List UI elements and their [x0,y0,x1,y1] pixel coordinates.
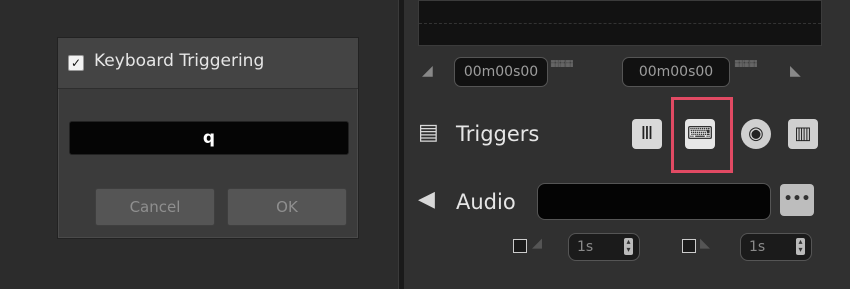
fade-out-stepper-icon[interactable]: ▴ ▾ [796,238,805,255]
fade-in-stepper-icon[interactable]: ▴ ▾ [624,238,633,255]
fade-out-icon: ◣ [700,236,710,251]
fade-in-ramp-icon: ◢ [422,63,433,79]
midi-trigger-icon[interactable]: Ⅲ [632,119,662,149]
dialog-title: Keyboard Triggering [94,51,265,71]
in-point-timecode[interactable]: 00m00s00 [454,57,548,87]
triggers-icon: ▤ [418,120,439,145]
fade-in-checkbox[interactable] [513,239,527,253]
key-input[interactable]: q [69,121,349,155]
timecode-row: ◢ 00m00s00 ▦▦▦ 00m00s00 ▦▦▦ ◣ [418,57,828,87]
waveform-preview[interactable] [418,0,822,46]
audio-file-field[interactable] [537,183,771,220]
set-out-point-icon[interactable]: ▦▦▦ [734,60,768,83]
fade-in-value: 1s [577,239,594,255]
waveform-gridline [419,23,821,25]
dialog-header: ✓ Keyboard Triggering [58,38,358,89]
dmx-trigger-icon[interactable]: ◉ [741,119,771,149]
enable-keyboard-triggering-checkbox[interactable]: ✓ [68,55,84,71]
keyboard-trigger-icon[interactable]: ⌨ [685,119,715,149]
browse-audio-button[interactable]: ••• [780,184,814,216]
timecode-trigger-icon[interactable]: ▥ [788,119,818,149]
fade-out-spinner[interactable]: 1s ▴ ▾ [740,233,812,261]
ok-button[interactable]: OK [227,188,347,226]
keyboard-triggering-dialog: ✓ Keyboard Triggering q Cancel OK [57,37,359,239]
fade-out-value: 1s [749,239,766,255]
out-point-timecode[interactable]: 00m00s00 [622,57,730,87]
fade-out-checkbox[interactable] [682,239,696,253]
set-in-point-icon[interactable]: ▦▦▦ [550,60,584,83]
cancel-button[interactable]: Cancel [95,188,215,226]
fade-out-ramp-icon: ◣ [790,63,801,79]
audio-label: Audio [456,190,516,214]
triggers-label: Triggers [456,122,540,146]
speaker-icon: ◀ [418,187,435,212]
fade-in-icon: ◢ [532,236,542,251]
fade-in-spinner[interactable]: 1s ▴ ▾ [568,233,640,261]
